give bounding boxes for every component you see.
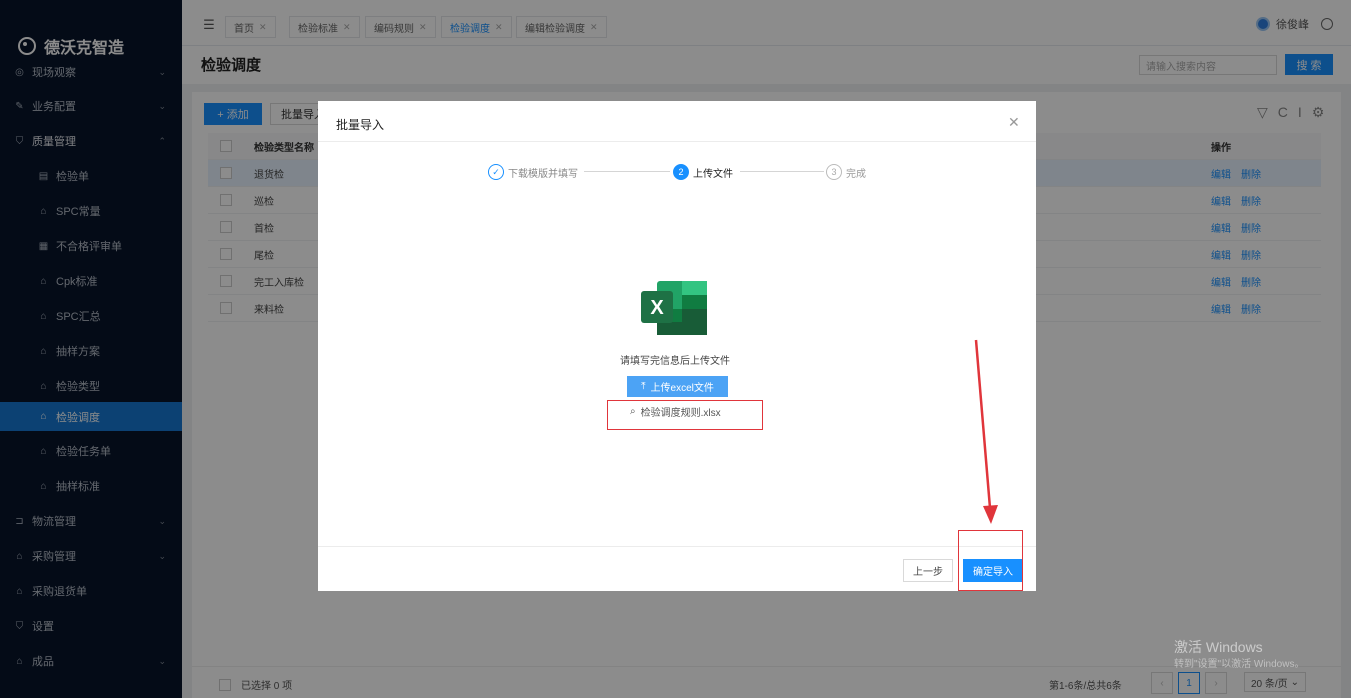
- divider: [318, 141, 1036, 142]
- close-icon[interactable]: ✕: [1008, 114, 1020, 131]
- step-upload: 2 上传文件: [673, 163, 733, 181]
- upload-excel-button[interactable]: ⤒ 上传excel文件: [627, 376, 728, 397]
- step-connector: [584, 171, 670, 172]
- upload-hint: 请填写完信息后上传文件: [620, 356, 730, 367]
- step-number: 2: [673, 164, 689, 180]
- step-download: ✓ 下载模版并填写: [488, 163, 578, 181]
- step-number: 3: [826, 164, 842, 180]
- annotation-arrow: [974, 339, 998, 524]
- previous-step-button[interactable]: 上一步: [903, 559, 953, 582]
- dialog-title: 批量导入: [336, 118, 385, 132]
- step-connector: [740, 171, 824, 172]
- highlight-box-file: [607, 400, 763, 430]
- windows-watermark-sub: 转到"设置"以激活 Windows。: [1174, 659, 1305, 670]
- divider: [318, 546, 1036, 547]
- check-icon: ✓: [488, 164, 504, 180]
- upload-icon: ⤒: [641, 381, 646, 392]
- highlight-box-confirm: [958, 530, 1023, 591]
- windows-watermark: 激活 Windows: [1174, 639, 1263, 655]
- step-finish: 3 完成: [826, 163, 866, 181]
- excel-file-icon: X: [641, 281, 707, 335]
- svg-text:X: X: [650, 297, 664, 319]
